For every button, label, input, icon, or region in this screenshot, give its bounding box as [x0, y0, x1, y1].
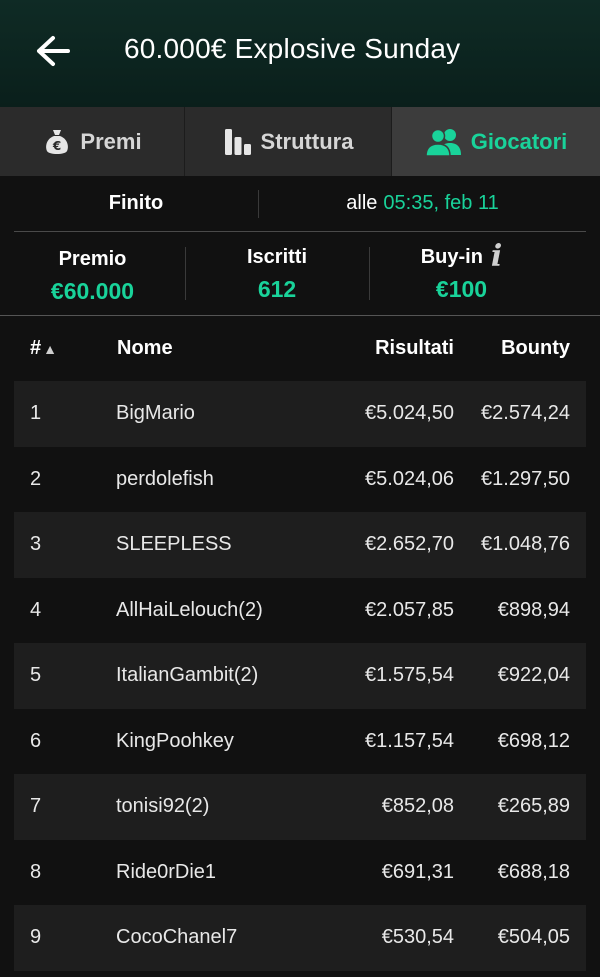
- tournament-time: alle 05:35, feb 11: [259, 176, 586, 231]
- row-results: €5.024,06: [365, 467, 454, 490]
- row-name: CocoChanel7: [116, 926, 238, 948]
- row-results: €2.652,70: [365, 533, 454, 555]
- row-bounty: €265,89: [497, 795, 570, 817]
- back-button[interactable]: [28, 28, 78, 74]
- time-prefix: alle: [346, 192, 378, 214]
- svg-text:€: €: [52, 139, 61, 153]
- row-name: KingPoohkey: [116, 729, 234, 752]
- table-row[interactable]: 8 Ride0rDie1 €691,31 €688,18: [14, 840, 586, 906]
- row-bounty: €504,05: [497, 926, 570, 948]
- stat-prize-label: Premio: [58, 247, 127, 270]
- page-title: 60.000€ Explosive Sunday: [124, 33, 461, 64]
- stat-buyin-value: €100: [435, 276, 488, 302]
- players-icon: [424, 127, 463, 157]
- divider: [185, 247, 186, 300]
- stat-buyin-label: Buy-in: [420, 245, 483, 268]
- players-table: 1 BigMario €5.024,50 €2.574,24 2 perdole…: [14, 381, 586, 971]
- stat-buyin-header: Buy-in i: [369, 242, 554, 272]
- tab-premi-label: Premi: [80, 128, 142, 154]
- status-row: Finito alle 05:35, feb 11: [0, 176, 600, 231]
- row-rank: 3: [30, 533, 42, 555]
- table-row[interactable]: 4 AllHaiLelouch(2) €2.057,85 €898,94: [14, 578, 586, 644]
- row-name: Ride0rDie1: [116, 860, 217, 883]
- table-row[interactable]: 5 ItalianGambit(2) €1.575,54 €922,04: [14, 643, 586, 709]
- stat-entrants-value: 612: [257, 276, 297, 302]
- header-name[interactable]: Nome: [117, 337, 173, 360]
- table-header: # ▲ Nome Risultati Bounty: [0, 316, 600, 380]
- header-results[interactable]: Risultati: [375, 337, 454, 360]
- row-rank: 5: [30, 664, 42, 686]
- row-results: €530,54: [381, 926, 454, 948]
- stat-buyin: Buy-in i €100: [369, 232, 554, 315]
- table-row[interactable]: 1 BigMario €5.024,50 €2.574,24: [14, 381, 586, 447]
- arrow-left-icon: [37, 36, 70, 66]
- stat-prize: Premio €60.000: [0, 232, 185, 315]
- row-results: €2.057,85: [365, 598, 454, 621]
- row-name: ItalianGambit(2): [116, 664, 259, 686]
- info-icon[interactable]: i: [491, 242, 502, 272]
- money-bag-icon: €: [42, 127, 72, 157]
- row-bounty: €898,94: [497, 598, 570, 621]
- tab-struttura-label: Struttura: [260, 128, 354, 154]
- row-rank: 4: [30, 598, 42, 621]
- sort-ascending-icon: ▲: [43, 341, 57, 357]
- stat-prize-value: €60.000: [50, 278, 135, 304]
- row-results: €691,31: [381, 860, 454, 883]
- tab-giocatori[interactable]: Giocatori: [392, 107, 600, 176]
- header-rank-label: #: [30, 337, 42, 359]
- tab-struttura[interactable]: Struttura: [185, 107, 392, 176]
- tab-bar: € Premi Struttura Giocatori: [0, 107, 600, 176]
- row-name: tonisi92(2): [116, 795, 210, 817]
- table-row[interactable]: 7 tonisi92(2) €852,08 €265,89: [14, 774, 586, 840]
- table-row[interactable]: 2 perdolefish €5.024,06 €1.297,50: [14, 447, 586, 513]
- table-row[interactable]: 3 SLEEPLESS €2.652,70 €1.048,76: [14, 512, 586, 578]
- row-results: €1.157,54: [365, 729, 454, 752]
- row-results: €5.024,50: [365, 402, 454, 424]
- table-row[interactable]: 6 KingPoohkey €1.157,54 €698,12: [14, 709, 586, 775]
- row-rank: 1: [30, 402, 42, 424]
- bar-chart-icon: [223, 127, 253, 157]
- row-bounty: €1.297,50: [481, 467, 570, 490]
- tournament-status: Finito: [108, 192, 164, 214]
- stat-entrants: Iscritti 612: [185, 232, 369, 315]
- row-bounty: €2.574,24: [481, 402, 570, 424]
- row-results: €1.575,54: [365, 664, 454, 686]
- row-rank: 6: [30, 729, 42, 752]
- row-rank: 8: [30, 860, 42, 883]
- app-header: 60.000€ Explosive Sunday: [0, 0, 600, 107]
- row-rank: 9: [30, 926, 42, 948]
- tab-giocatori-label: Giocatori: [470, 128, 568, 154]
- row-bounty: €1.048,76: [481, 533, 570, 555]
- tab-premi[interactable]: € Premi: [0, 107, 185, 176]
- stat-entrants-label: Iscritti: [246, 245, 308, 268]
- stats-panel: Premio €60.000 Iscritti 612 Buy-in i €10…: [0, 232, 600, 315]
- row-bounty: €688,18: [497, 860, 570, 883]
- header-rank[interactable]: # ▲: [30, 337, 57, 360]
- row-rank: 2: [30, 467, 42, 490]
- row-results: €852,08: [381, 795, 454, 817]
- row-rank: 7: [30, 795, 42, 817]
- table-row[interactable]: 9 CocoChanel7 €530,54 €504,05: [14, 905, 586, 971]
- row-name: perdolefish: [116, 467, 214, 490]
- time-value: 05:35, feb 11: [383, 192, 499, 214]
- divider: [369, 247, 370, 300]
- row-name: BigMario: [116, 402, 195, 424]
- row-bounty: €922,04: [497, 664, 570, 686]
- header-bounty[interactable]: Bounty: [501, 337, 570, 360]
- row-bounty: €698,12: [497, 729, 570, 752]
- row-name: SLEEPLESS: [116, 533, 232, 555]
- row-name: AllHaiLelouch(2): [116, 598, 263, 621]
